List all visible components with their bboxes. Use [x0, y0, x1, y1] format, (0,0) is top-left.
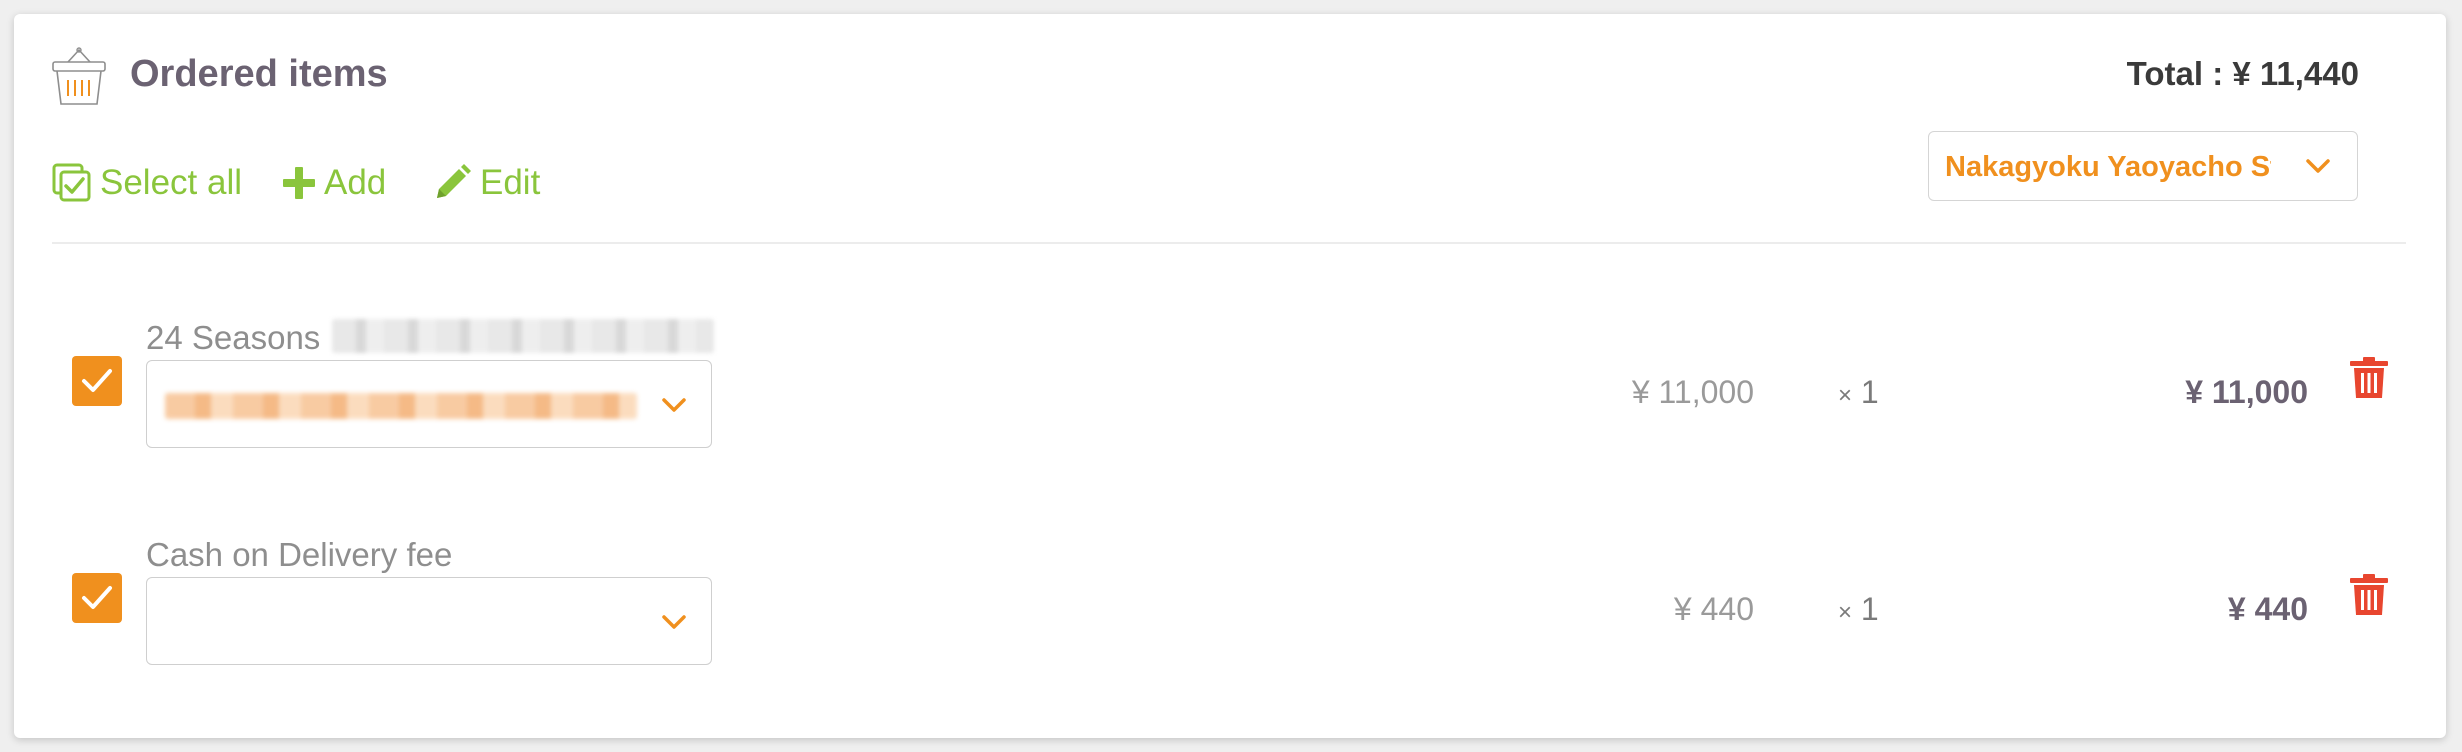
- item-checkbox[interactable]: [72, 573, 122, 623]
- add-label: Add: [324, 163, 387, 202]
- trash-icon[interactable]: [2348, 356, 2390, 400]
- store-select-value: Nakagyoku Yaoyacho Store: [1945, 151, 2271, 183]
- chevron-down-icon: [662, 615, 686, 629]
- quantity: × 1: [1838, 590, 1879, 628]
- order-total: Total : ¥ 11,440: [2126, 55, 2359, 92]
- quantity-value: 1: [1860, 591, 1879, 627]
- item-name: 24 Seasons: [146, 318, 715, 358]
- item-option-select[interactable]: [146, 577, 712, 665]
- quantity-multiplier: ×: [1838, 599, 1853, 626]
- unit-price: ¥ 440: [1673, 591, 1754, 627]
- redacted-option: [165, 393, 637, 419]
- item-name-text: 24 Seasons: [146, 319, 321, 356]
- store-select[interactable]: Nakagyoku Yaoyacho Store: [1928, 131, 2358, 201]
- select-all-button[interactable]: Select all: [52, 160, 242, 206]
- quantity-multiplier: ×: [1838, 382, 1853, 409]
- ordered-items-card: Ordered items Total : ¥ 11,440 Select al…: [14, 14, 2446, 738]
- quantity: × 1: [1838, 373, 1879, 411]
- select-all-icon: [52, 163, 91, 202]
- trash-icon[interactable]: [2348, 573, 2390, 617]
- item-checkbox[interactable]: [72, 356, 122, 406]
- redacted-text: [332, 319, 715, 353]
- pencil-icon: [437, 164, 471, 198]
- section-title: Ordered items: [130, 53, 388, 95]
- unit-price: ¥ 11,000: [1631, 374, 1754, 410]
- line-total: ¥ 11,000: [2185, 374, 2308, 410]
- item-option-select[interactable]: [146, 360, 712, 448]
- quantity-value: 1: [1860, 374, 1879, 410]
- item-name: Cash on Delivery fee: [146, 536, 453, 573]
- chevron-down-icon: [662, 398, 686, 412]
- line-total: ¥ 440: [2227, 591, 2308, 627]
- plus-icon: [283, 167, 315, 199]
- add-button[interactable]: Add: [282, 160, 386, 206]
- check-icon: [82, 586, 112, 609]
- basket-icon: [52, 47, 106, 105]
- divider: [52, 242, 2406, 244]
- edit-label: Edit: [480, 163, 541, 202]
- check-icon: [82, 369, 112, 392]
- select-all-label: Select all: [100, 163, 243, 202]
- edit-button[interactable]: Edit: [432, 160, 540, 206]
- chevron-down-icon: [2306, 159, 2330, 173]
